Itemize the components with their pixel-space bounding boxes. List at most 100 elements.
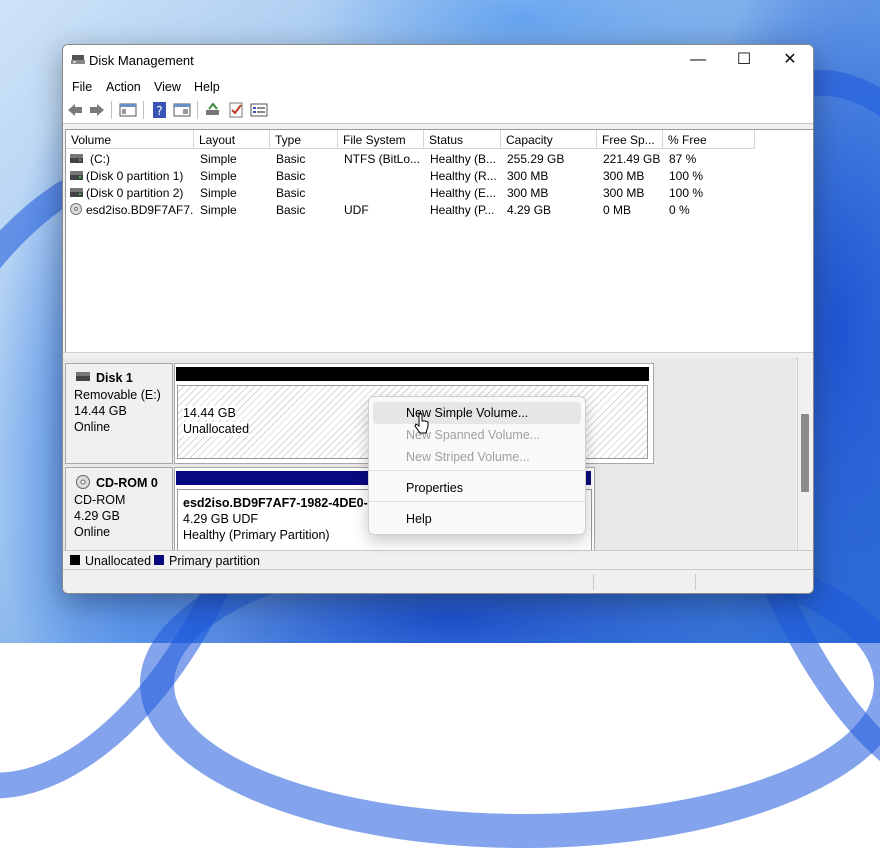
volume-list: Volume Layout Type File System Status Ca…	[65, 129, 813, 353]
legend-swatch-unallocated	[70, 555, 80, 565]
cell-layout: Simple	[200, 203, 237, 217]
minimize-button[interactable]: —	[675, 45, 721, 75]
legend: Unallocated Primary partition	[63, 550, 813, 569]
column-header-layout[interactable]: Layout	[194, 130, 270, 149]
cell-type: Basic	[276, 169, 306, 183]
cell-capacity: 4.29 GB	[507, 203, 552, 217]
disk-kind: CD-ROM	[74, 493, 126, 507]
cell-file-system: UDF	[344, 203, 369, 217]
svg-text:?: ?	[156, 104, 162, 118]
status-bar	[63, 569, 813, 593]
cell-percent-free: 0 %	[669, 203, 690, 217]
disk-size: 4.29 GB	[74, 509, 120, 523]
toolbar: ?	[63, 97, 813, 124]
help-icon[interactable]: ?	[151, 101, 169, 119]
cell-percent-free: 87 %	[669, 152, 697, 166]
cell-type: Basic	[276, 203, 306, 217]
mouse-cursor-icon	[414, 413, 429, 434]
menu-item-new-spanned-volume: New Spanned Volume...	[373, 424, 581, 446]
menu-view[interactable]: View	[154, 80, 181, 94]
cell-capacity: 300 MB	[507, 186, 549, 200]
column-header-label: % Free	[668, 133, 707, 147]
cell-free-space: 300 MB	[603, 186, 645, 200]
menu-help[interactable]: Help	[194, 80, 220, 94]
disk-name: Disk 1	[96, 371, 133, 385]
cell-volume: esd2iso.BD9F7AF7...	[86, 203, 194, 217]
menu-item-label: Properties	[406, 481, 463, 495]
menu-item-properties[interactable]: Properties	[373, 477, 581, 499]
menu-action[interactable]: Action	[106, 80, 141, 94]
cell-layout: Simple	[200, 152, 237, 166]
column-header-label: Layout	[199, 133, 236, 147]
unallocated-header-bar	[176, 367, 649, 381]
graphical-view-scrollbar[interactable]	[797, 358, 812, 550]
legend-label-primary: Primary partition	[169, 554, 260, 568]
cell-volume: (C:)	[90, 152, 110, 166]
scrollbar-thumb[interactable]	[801, 414, 809, 492]
list-icon[interactable]	[250, 101, 268, 119]
cell-volume: (Disk 0 partition 1)	[86, 169, 184, 183]
console-tree-icon[interactable]	[119, 101, 137, 119]
cell-free-space: 300 MB	[603, 169, 645, 183]
menu-item-new-simple-volume[interactable]: New Simple Volume...	[373, 402, 581, 424]
cell-status: Healthy (R...	[430, 169, 497, 183]
status-divider	[593, 574, 594, 590]
window-title: Disk Management	[89, 53, 194, 68]
drive-icon	[70, 171, 83, 180]
cell-percent-free: 100 %	[669, 169, 704, 183]
maximize-button[interactable]: ☐	[721, 45, 767, 75]
column-header-label: Type	[275, 133, 302, 147]
disk-state: Online	[74, 525, 111, 539]
disk-name: CD-ROM 0	[96, 476, 158, 490]
cell-status: Healthy (B...	[430, 152, 497, 166]
toolbar-separator	[197, 101, 198, 119]
menu-bar: File Action View Help	[63, 75, 813, 97]
partition-size: 4.29 GB UDF	[183, 512, 259, 526]
cell-free-space: 0 MB	[603, 203, 632, 217]
menu-file[interactable]: File	[72, 80, 92, 94]
column-header-label: File System	[343, 133, 406, 147]
cell-percent-free: 100 %	[669, 186, 704, 200]
properties-icon[interactable]	[173, 101, 191, 119]
cell-type: Basic	[276, 152, 306, 166]
column-header-percent-free[interactable]: % Free	[663, 130, 755, 149]
toolbar-separator	[143, 101, 144, 119]
column-header-label: Status	[429, 133, 464, 147]
disk-size: 14.44 GB	[74, 404, 127, 418]
column-header-volume[interactable]: Volume	[66, 130, 194, 149]
partition-state: Unallocated	[183, 422, 250, 436]
cell-capacity: 300 MB	[507, 169, 549, 183]
column-header-status[interactable]: Status	[424, 130, 501, 149]
cell-volume: (Disk 0 partition 2)	[86, 186, 184, 200]
cdrom-icon	[76, 475, 90, 489]
connect-icon[interactable]	[204, 101, 222, 119]
partition-volume-name: esd2iso.BD9F7AF7-1982-4DE0-87	[183, 496, 382, 510]
drive-icon	[70, 154, 83, 163]
column-header-label: Capacity	[506, 133, 553, 147]
disk-state: Online	[74, 420, 111, 434]
close-button[interactable]: ✕	[767, 45, 813, 75]
column-header-type[interactable]: Type	[270, 130, 338, 149]
disk-1-label[interactable]: Disk 1 Removable (E:) 14.44 GB Online	[65, 363, 173, 464]
partition-status: Healthy (Primary Partition)	[183, 528, 330, 542]
status-divider	[695, 574, 696, 590]
cell-layout: Simple	[200, 169, 237, 183]
menu-separator	[369, 470, 585, 471]
menu-item-help[interactable]: Help	[373, 508, 581, 530]
title-bar: Disk Management — ☐ ✕	[63, 45, 813, 75]
cell-status: Healthy (E...	[430, 186, 497, 200]
check-icon[interactable]	[227, 101, 245, 119]
column-header-capacity[interactable]: Capacity	[501, 130, 597, 149]
legend-label-unallocated: Unallocated	[85, 554, 152, 568]
cell-type: Basic	[276, 186, 306, 200]
column-header-label: Volume	[71, 133, 112, 147]
context-menu: New Simple Volume... New Spanned Volume.…	[368, 396, 586, 535]
back-arrow-icon[interactable]	[66, 101, 84, 119]
disk-kind: Removable (E:)	[74, 388, 161, 402]
column-header-file-system[interactable]: File System	[338, 130, 424, 149]
cdrom-0-label[interactable]: CD-ROM 0 CD-ROM 4.29 GB Online	[65, 467, 173, 550]
cell-capacity: 255.29 GB	[507, 152, 565, 166]
menu-item-new-striped-volume: New Striped Volume...	[373, 446, 581, 468]
forward-arrow-icon[interactable]	[88, 101, 106, 119]
column-header-free-space[interactable]: Free Sp...	[597, 130, 663, 149]
